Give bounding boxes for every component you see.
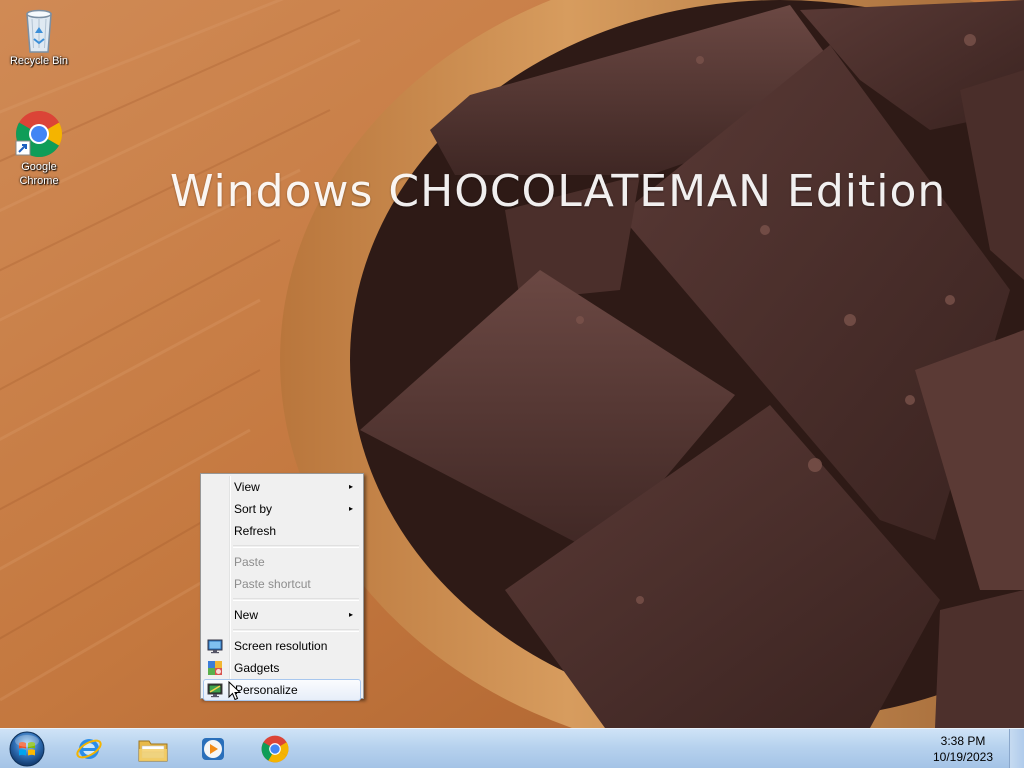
menu-item-view[interactable]: View ▸ [203, 476, 361, 498]
menu-item-gadgets[interactable]: Gadgets [203, 657, 361, 679]
menu-item-label: Paste [234, 555, 265, 569]
menu-item-new[interactable]: New ▸ [203, 604, 361, 626]
desktop-icon-recycle-bin[interactable]: Recycle Bin [3, 6, 75, 68]
taskbar-media-player[interactable] [186, 731, 240, 767]
desktop-icon-label: Recycle Bin [9, 55, 69, 67]
show-desktop-button[interactable] [1009, 729, 1024, 768]
menu-item-label: Screen resolution [234, 639, 328, 653]
menu-item-label: View [234, 480, 260, 494]
desktop[interactable]: Windows CHOCOLATEMAN Edition Recycle Bin… [0, 0, 1024, 728]
screen-resolution-icon [207, 639, 223, 654]
menu-item-label: Personalize [235, 683, 298, 697]
menu-item-label: New [234, 608, 259, 622]
recycle-bin-icon [26, 9, 52, 53]
menu-item-label: Paste shortcut [234, 577, 311, 591]
submenu-arrow-icon: ▸ [348, 482, 353, 491]
mouse-pointer-icon [228, 681, 242, 701]
desktop-icon-label-line2: Chrome [19, 175, 59, 187]
menu-separator [233, 629, 359, 632]
personalize-icon [207, 683, 223, 698]
file-explorer-icon [138, 740, 168, 762]
desktop-icon-label-line1: Google [21, 161, 57, 173]
menu-item-personalize[interactable]: Personalize [203, 679, 361, 701]
menu-item-screen-resolution[interactable]: Screen resolution [203, 635, 361, 657]
chrome-icon [15, 110, 63, 158]
menu-item-refresh[interactable]: Refresh [203, 520, 361, 542]
chrome-icon [261, 735, 289, 763]
taskbar-windows-explorer[interactable] [124, 731, 178, 767]
menu-separator [233, 598, 359, 601]
gadgets-icon [208, 661, 222, 675]
wallpaper-chocolate-bowl [0, 0, 1024, 728]
menu-item-paste[interactable]: Paste [203, 551, 361, 573]
internet-explorer-icon [76, 739, 102, 759]
system-clock[interactable]: 3:38 PM 10/19/2023 [923, 733, 1003, 765]
taskbar: 3:38 PM 10/19/2023 [0, 728, 1024, 768]
media-player-icon [202, 738, 224, 760]
menu-item-label: Refresh [234, 524, 277, 538]
taskbar-google-chrome[interactable] [248, 731, 302, 767]
windows-start-orb-icon[interactable] [7, 730, 47, 768]
desktop-icon-google-chrome[interactable]: Google Chrome [3, 110, 75, 188]
wallpaper-title: Windows CHOCOLATEMAN Edition [170, 166, 947, 217]
menu-item-label: Gadgets [234, 661, 280, 675]
menu-item-paste-shortcut[interactable]: Paste shortcut [203, 573, 361, 595]
desktop-context-menu: View ▸ Sort by ▸ Refresh Paste Paste sho… [200, 473, 364, 701]
submenu-arrow-icon: ▸ [348, 610, 353, 619]
menu-item-sort-by[interactable]: Sort by ▸ [203, 498, 361, 520]
menu-item-label: Sort by [234, 502, 273, 516]
clock-time: 3:38 PM [940, 734, 986, 748]
menu-separator [233, 545, 359, 548]
taskbar-internet-explorer[interactable] [62, 731, 116, 767]
submenu-arrow-icon: ▸ [348, 504, 353, 513]
clock-date: 10/19/2023 [932, 750, 994, 764]
